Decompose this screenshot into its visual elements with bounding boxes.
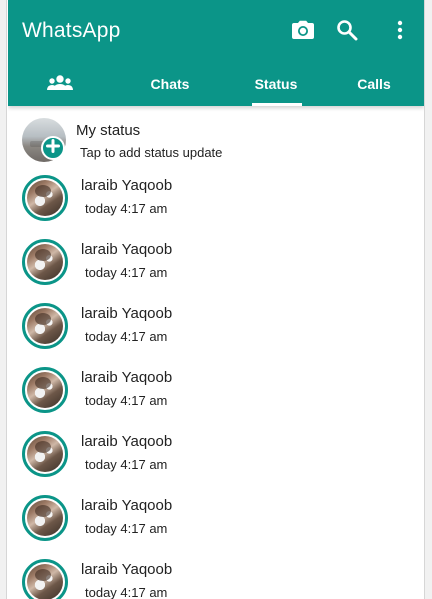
status-contact-name: laraib Yaqoob: [81, 369, 173, 386]
app-title: WhatsApp: [22, 19, 121, 42]
recent-status-list: laraib Yaqoob today 4:17 am laraib Yaqoo…: [8, 170, 424, 599]
status-avatar-ring: [22, 303, 68, 349]
status-avatar-ring: [22, 239, 68, 285]
status-item[interactable]: laraib Yaqoob today 4:17 am: [8, 170, 424, 234]
window-right-edge: [424, 0, 432, 599]
status-contact-name: laraib Yaqoob: [81, 241, 173, 258]
status-time: today 4:17 am: [85, 457, 168, 472]
status-item[interactable]: laraib Yaqoob today 4:17 am: [8, 554, 424, 599]
status-contact-name: laraib Yaqoob: [81, 177, 173, 194]
window-left-edge: [0, 0, 7, 599]
more-vert-icon[interactable]: [387, 17, 413, 43]
tab-chats[interactable]: Chats: [112, 62, 228, 106]
status-avatar: [27, 244, 63, 280]
status-contact-name: laraib Yaqoob: [81, 497, 173, 514]
tab-calls[interactable]: Calls: [324, 62, 424, 106]
app-header: WhatsApp Chats Status Calls: [8, 0, 424, 106]
status-time: today 4:17 am: [85, 265, 168, 280]
status-avatar: [27, 500, 63, 536]
status-item[interactable]: laraib Yaqoob today 4:17 am: [8, 362, 424, 426]
status-page: My status Tap to add status update larai…: [8, 106, 424, 599]
status-avatar: [27, 372, 63, 408]
active-tab-indicator: [252, 103, 302, 106]
status-time: today 4:17 am: [85, 329, 168, 344]
status-avatar: [27, 308, 63, 344]
status-avatar-ring: [22, 431, 68, 477]
tab-status[interactable]: Status: [228, 62, 324, 106]
status-time: today 4:17 am: [85, 585, 168, 599]
status-avatar: [27, 564, 63, 599]
whatsapp-app: WhatsApp Chats Status Calls My status Ta…: [8, 0, 424, 599]
status-contact-name: laraib Yaqoob: [81, 433, 173, 450]
status-avatar-ring: [22, 175, 68, 221]
status-avatar-ring: [22, 367, 68, 413]
status-avatar: [27, 436, 63, 472]
status-avatar-ring: [22, 495, 68, 541]
add-status-button[interactable]: [41, 136, 65, 160]
status-time: today 4:17 am: [85, 393, 168, 408]
status-contact-name: laraib Yaqoob: [81, 561, 173, 578]
status-avatar-ring: [22, 559, 68, 599]
status-time: today 4:17 am: [85, 201, 168, 216]
camera-icon[interactable]: [290, 17, 316, 43]
community-icon: [47, 74, 73, 94]
my-status-subtitle: Tap to add status update: [80, 145, 223, 160]
status-time: today 4:17 am: [85, 521, 168, 536]
my-status-row[interactable]: My status Tap to add status update: [8, 116, 424, 166]
status-item[interactable]: laraib Yaqoob today 4:17 am: [8, 298, 424, 362]
status-item[interactable]: laraib Yaqoob today 4:17 am: [8, 426, 424, 490]
status-contact-name: laraib Yaqoob: [81, 305, 173, 322]
status-avatar: [27, 180, 63, 216]
tab-bar: Chats Status Calls: [8, 62, 424, 106]
add-icon: [46, 138, 60, 158]
status-item[interactable]: laraib Yaqoob today 4:17 am: [8, 490, 424, 554]
my-status-name: My status: [76, 122, 141, 139]
status-item[interactable]: laraib Yaqoob today 4:17 am: [8, 234, 424, 298]
tab-community[interactable]: [8, 62, 112, 106]
search-icon[interactable]: [334, 17, 360, 43]
